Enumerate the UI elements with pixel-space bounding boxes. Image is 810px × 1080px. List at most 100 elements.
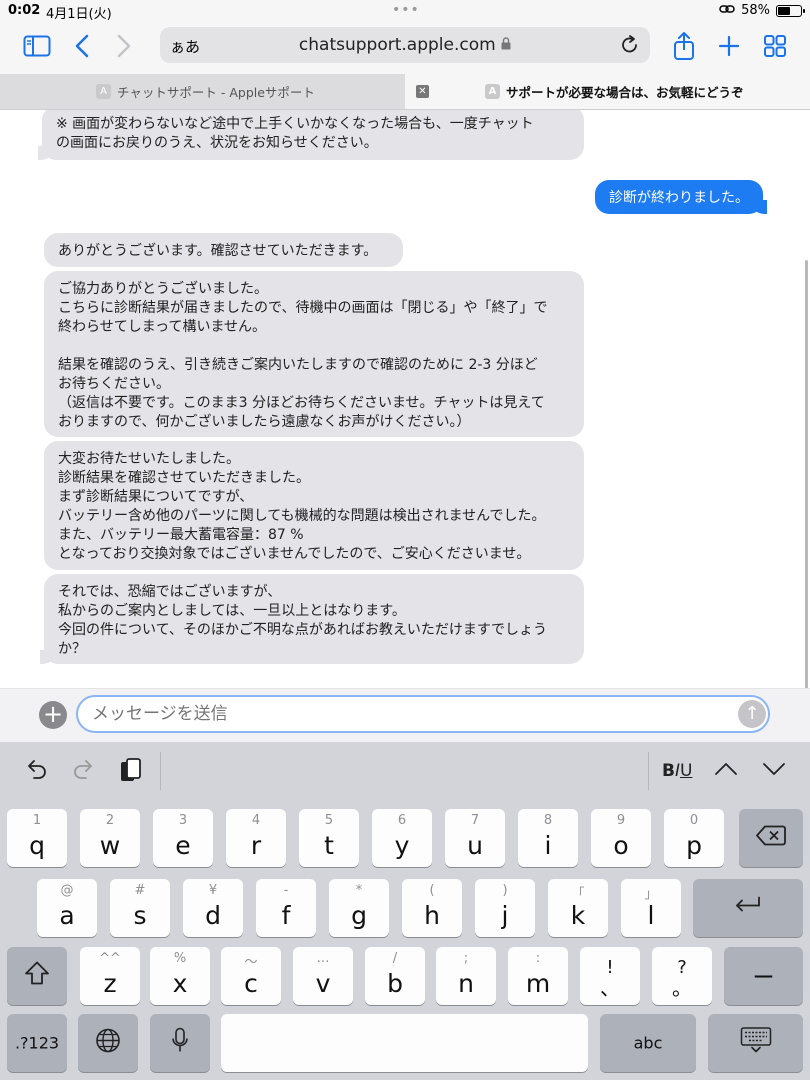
space-key[interactable] <box>221 1014 588 1072</box>
return-key[interactable] <box>693 879 803 937</box>
chevron-up-icon[interactable] <box>714 758 738 783</box>
key-label: .?123 <box>14 1033 60 1053</box>
back-icon[interactable] <box>72 30 92 62</box>
new-tab-icon[interactable] <box>716 30 742 62</box>
chevron-down-icon[interactable] <box>762 758 786 783</box>
abc-key[interactable]: abc <box>600 1014 696 1072</box>
key-n[interactable]: ; n <box>436 947 496 1005</box>
key-e[interactable]: 3e <box>153 809 213 867</box>
key-t[interactable]: 5t <box>299 809 359 867</box>
tab-bar: A チャットサポート - Appleサポート ✕ A サポートが必要な場合は、お… <box>0 74 810 110</box>
battery-percent: 58% <box>741 3 770 18</box>
key-hint: / <box>392 951 398 966</box>
bold-label: B <box>662 761 675 781</box>
key-hint: 2 <box>105 813 115 828</box>
long-vowel-key[interactable]: ー <box>724 947 803 1005</box>
key-hint: : <box>535 951 541 966</box>
key-d[interactable]: ¥ d <box>183 879 243 937</box>
key-hint: ^^ <box>99 951 121 966</box>
key-label: o <box>613 831 629 860</box>
sidebar-toggle-icon[interactable] <box>22 30 52 62</box>
key-y[interactable]: 6y <box>372 809 432 867</box>
key-period[interactable]: ?。 <box>652 947 712 1005</box>
key-label: l <box>647 901 655 930</box>
key-label: s <box>133 901 147 930</box>
backspace-key[interactable] <box>739 809 803 867</box>
forward-icon[interactable] <box>114 30 134 62</box>
key-label: k <box>570 901 586 930</box>
close-tab-icon[interactable]: ✕ <box>416 85 429 98</box>
send-arrow-icon[interactable]: ↑ <box>738 700 766 728</box>
message-input[interactable] <box>76 695 770 733</box>
key-f[interactable]: -f <box>256 879 316 937</box>
share-icon[interactable] <box>670 30 698 62</box>
key-w[interactable]: 2w <box>80 809 140 867</box>
tab-support-help[interactable]: ✕ A サポートが必要な場合は、お気軽にどうぞ <box>405 74 810 109</box>
key-u[interactable]: 7u <box>445 809 505 867</box>
dismiss-keyboard-key[interactable] <box>708 1014 803 1072</box>
key-label: n <box>458 969 474 998</box>
key-comma[interactable]: !、 <box>580 947 640 1005</box>
key-v[interactable]: … v <box>293 947 353 1005</box>
key-hint: - <box>283 883 289 898</box>
paste-icon[interactable] <box>118 756 144 790</box>
attach-plus-icon[interactable]: + <box>39 701 67 729</box>
key-label: e <box>175 831 191 860</box>
key-label: j <box>501 901 509 930</box>
key-g[interactable]: * g <box>329 879 389 937</box>
key-label: ー <box>752 966 775 991</box>
key-k[interactable]: 「k <box>548 879 608 937</box>
chat-transcript[interactable]: ※ 画面が変わらないなど途中で上手くいかなくなった場合も、一度チャット の画面に… <box>0 110 810 688</box>
globe-key[interactable] <box>78 1014 138 1072</box>
key-a[interactable]: @ a <box>37 879 97 937</box>
key-hint: ( <box>429 883 435 898</box>
key-hint: 3 <box>178 813 188 828</box>
key-r[interactable]: 4r <box>226 809 286 867</box>
key-label: 。 <box>672 976 692 1000</box>
key-hint: 1 <box>32 813 42 828</box>
key-q[interactable]: 1q <box>7 809 67 867</box>
tab-overview-icon[interactable] <box>762 30 788 62</box>
message-composer: + ↑ <box>0 688 810 742</box>
shift-key[interactable] <box>7 947 67 1005</box>
undo-icon[interactable] <box>24 758 48 786</box>
key-hint: ; <box>463 951 469 966</box>
key-j[interactable]: ) j <box>475 879 535 937</box>
key-label: u <box>467 831 483 860</box>
key-o[interactable]: 9o <box>591 809 651 867</box>
key-m[interactable]: :m <box>508 947 568 1005</box>
address-bar[interactable]: ぁあ chatsupport.apple.com <box>160 27 650 63</box>
key-hint: # <box>134 883 146 898</box>
key-p[interactable]: 0p <box>664 809 724 867</box>
key-label: g <box>351 901 367 930</box>
key-l[interactable]: 」 l <box>621 879 681 937</box>
microphone-icon <box>150 1027 210 1060</box>
apple-support-favicon-icon: A <box>96 84 111 99</box>
format-biu-button[interactable]: BIU <box>662 761 692 781</box>
numbers-key[interactable]: .?123 <box>7 1014 67 1072</box>
dictation-key[interactable] <box>150 1014 210 1072</box>
chat-scrollbar[interactable] <box>805 260 808 688</box>
key-s[interactable]: # s <box>110 879 170 937</box>
key-i[interactable]: 8i <box>518 809 578 867</box>
key-b[interactable]: / b <box>365 947 425 1005</box>
key-label: a <box>59 901 75 930</box>
key-hint: 7 <box>470 813 480 828</box>
agent-message: それでは、恐縮ではございますが、 私からのご案内としましては、一旦以上とはなりま… <box>40 574 584 664</box>
key-label: abc <box>633 1033 663 1053</box>
key-label: m <box>525 969 551 998</box>
tab-chat-support[interactable]: A チャットサポート - Appleサポート <box>0 74 405 109</box>
reload-icon[interactable] <box>620 34 640 60</box>
key-label: q <box>29 831 45 860</box>
redo-icon[interactable] <box>72 758 96 786</box>
agent-message: ご協力ありがとうございました。 こちらに診断結果が届きましたので、待機中の画面は… <box>44 271 584 437</box>
delete-icon <box>739 825 803 852</box>
key-hint: ¥ <box>208 883 218 898</box>
key-h[interactable]: (h <box>402 879 462 937</box>
key-z[interactable]: ^^ z <box>80 947 140 1005</box>
multitasking-dots-icon[interactable]: ••• <box>392 2 420 18</box>
tab-title: チャットサポート - Appleサポート <box>117 85 315 100</box>
key-x[interactable]: % x <box>150 947 210 1005</box>
key-c[interactable]: 〜 c <box>221 947 281 1005</box>
address-host: chatsupport.apple.com <box>160 35 650 55</box>
